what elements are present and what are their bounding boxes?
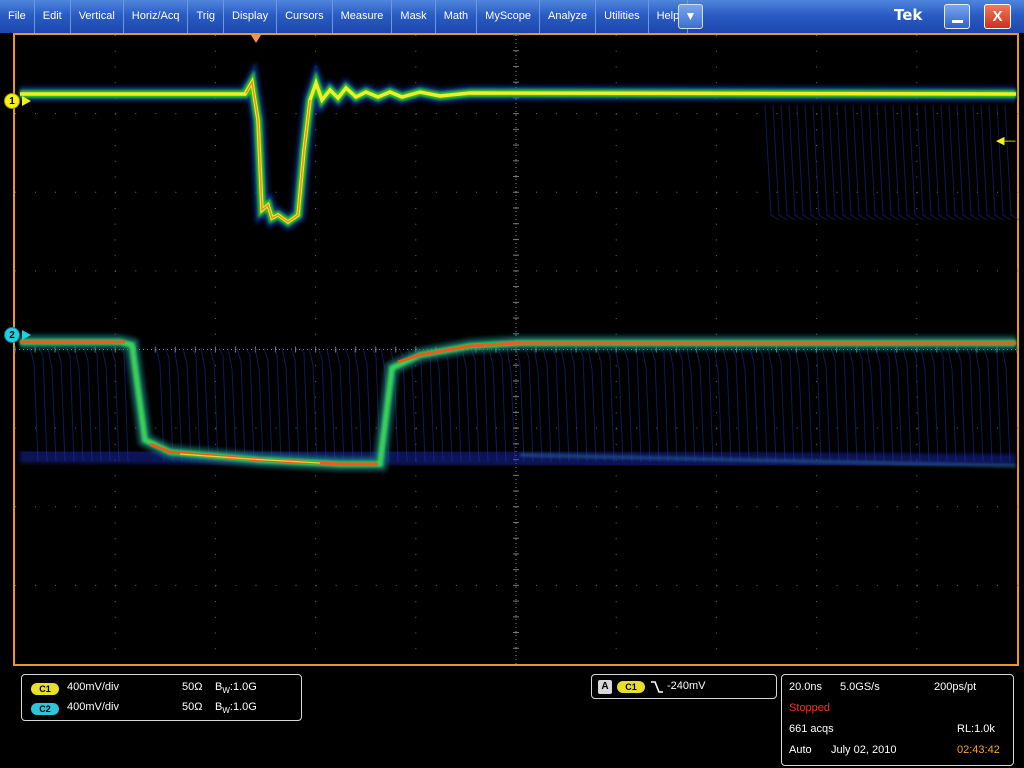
menu-trig[interactable]: Trig [188, 0, 225, 33]
close-icon: X [992, 8, 1003, 25]
trigger-position-marker[interactable] [251, 35, 261, 43]
menu-vertical[interactable]: Vertical [71, 0, 124, 33]
ch1-badge[interactable]: C1 [31, 683, 59, 695]
tek-logo: Tek [894, 6, 923, 24]
toolbar-dropdown-button[interactable]: ▼ [678, 4, 703, 29]
trigger-level-marker[interactable]: ◀— [996, 136, 1015, 147]
ch2-badge[interactable]: C2 [31, 703, 59, 715]
waveform-display[interactable] [13, 33, 1019, 666]
trigger-source-badge: C1 [617, 681, 645, 693]
falling-edge-icon [651, 681, 663, 693]
minimize-button[interactable] [944, 4, 970, 29]
minimize-icon [952, 20, 963, 23]
trigger-mode-badge: A [598, 680, 612, 694]
menu-cursors[interactable]: Cursors [277, 0, 333, 33]
menu-items: File Edit Vertical Horiz/Acq Trig Display Curs… [0, 0, 689, 33]
menu-math[interactable]: Math [436, 0, 478, 33]
menu-utilities[interactable]: Utilities [596, 0, 649, 33]
menu-bar: File Edit Vertical Horiz/Acq Trig Display Curs… [0, 0, 1024, 33]
horizontal-acquisition-readout[interactable]: 20.0ns 5.0GS/s 200ps/pt Stopped 661 acqs… [781, 674, 1014, 766]
ch2-marker-arrow-icon [22, 330, 31, 340]
acquisition-state: Stopped [789, 702, 830, 714]
menu-file[interactable]: File [0, 0, 35, 33]
menu-edit[interactable]: Edit [35, 0, 71, 33]
menu-horiz-acq[interactable]: Horiz/Acq [124, 0, 189, 33]
ch2-ground-marker[interactable]: 2 [4, 327, 20, 343]
resolution: 200ps/pt [934, 681, 977, 693]
ch2-bandwidth: BW:1.0G [215, 701, 257, 716]
close-button[interactable]: X [984, 4, 1011, 29]
menu-analyze[interactable]: Analyze [540, 0, 597, 33]
channel-readout[interactable]: C1 400mV/div 50Ω BW:1.0G C2 400mV/div 50… [21, 674, 302, 721]
acquisition-date: July 02, 2010 [831, 744, 897, 756]
acquisition-time: 02:43:42 [957, 744, 1000, 756]
trigger-mode: Auto [789, 744, 812, 756]
trigger-readout[interactable]: A C1 -240mV [591, 674, 777, 699]
ch1-impedance: 50Ω [182, 681, 203, 693]
menu-measure[interactable]: Measure [333, 0, 393, 33]
ch1-ground-marker[interactable]: 1 [4, 93, 20, 109]
ch1-marker-arrow-icon [22, 96, 31, 106]
chevron-down-icon: ▼ [684, 9, 697, 23]
sample-rate: 5.0GS/s [840, 681, 880, 693]
ch1-scale: 400mV/div [67, 681, 119, 693]
ch2-impedance: 50Ω [182, 701, 203, 713]
ch2-scale: 400mV/div [67, 701, 119, 713]
menu-display[interactable]: Display [224, 0, 278, 33]
record-length: RL:1.0k [957, 723, 995, 735]
menu-mask[interactable]: Mask [392, 0, 436, 33]
menu-myscope[interactable]: MyScope [477, 0, 541, 33]
trigger-level: -240mV [667, 680, 706, 692]
time-per-div: 20.0ns [789, 681, 823, 693]
ch1-bandwidth: BW:1.0G [215, 681, 257, 696]
acquisition-count: 661 acqs [789, 723, 834, 735]
